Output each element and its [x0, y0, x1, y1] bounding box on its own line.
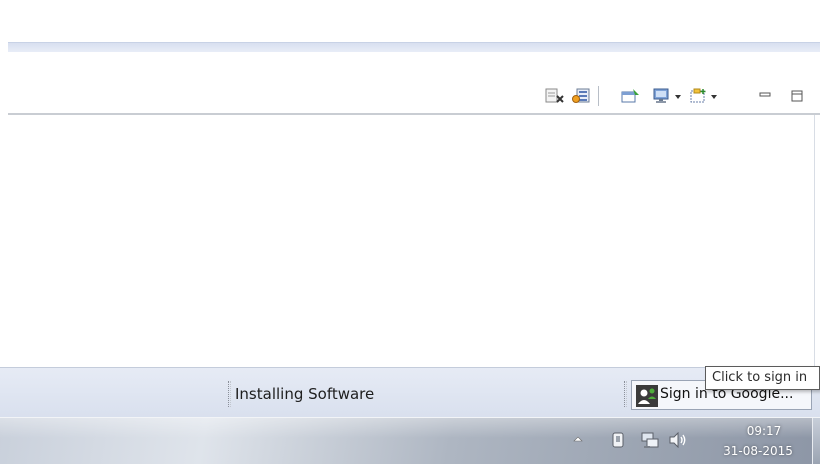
network-icon[interactable]	[640, 432, 660, 450]
volume-icon[interactable]	[668, 432, 688, 448]
remove-all-terminated-icon[interactable]	[545, 88, 565, 104]
window-top-area	[0, 0, 820, 42]
clock-time[interactable]: 09:17	[714, 424, 814, 438]
show-desktop-button[interactable]	[812, 418, 820, 464]
remove-launch-icon[interactable]	[572, 88, 590, 104]
view-tab-bar	[8, 42, 820, 52]
console-view-area[interactable]	[8, 115, 820, 367]
status-divider	[228, 381, 231, 407]
maximize-icon[interactable]	[790, 88, 804, 104]
usb-device-icon[interactable]	[611, 432, 625, 448]
toolbar-separator	[598, 86, 599, 106]
progress-status-text[interactable]: Installing Software	[235, 385, 374, 403]
view-border	[814, 115, 815, 367]
open-new-console-icon[interactable]	[690, 88, 708, 104]
status-divider	[624, 381, 627, 407]
tooltip: Click to sign in	[705, 366, 820, 390]
display-selected-console-icon[interactable]	[653, 88, 671, 104]
show-hidden-icons-icon[interactable]	[572, 432, 584, 446]
open-console-icon[interactable]	[621, 88, 641, 104]
chevron-down-icon[interactable]	[673, 88, 683, 104]
google-account-icon	[636, 385, 658, 407]
chevron-down-icon[interactable]	[709, 88, 719, 104]
minimize-icon[interactable]	[758, 88, 772, 104]
clock-date[interactable]: 31-08-2015	[708, 444, 808, 458]
taskbar-gloss	[0, 418, 820, 438]
